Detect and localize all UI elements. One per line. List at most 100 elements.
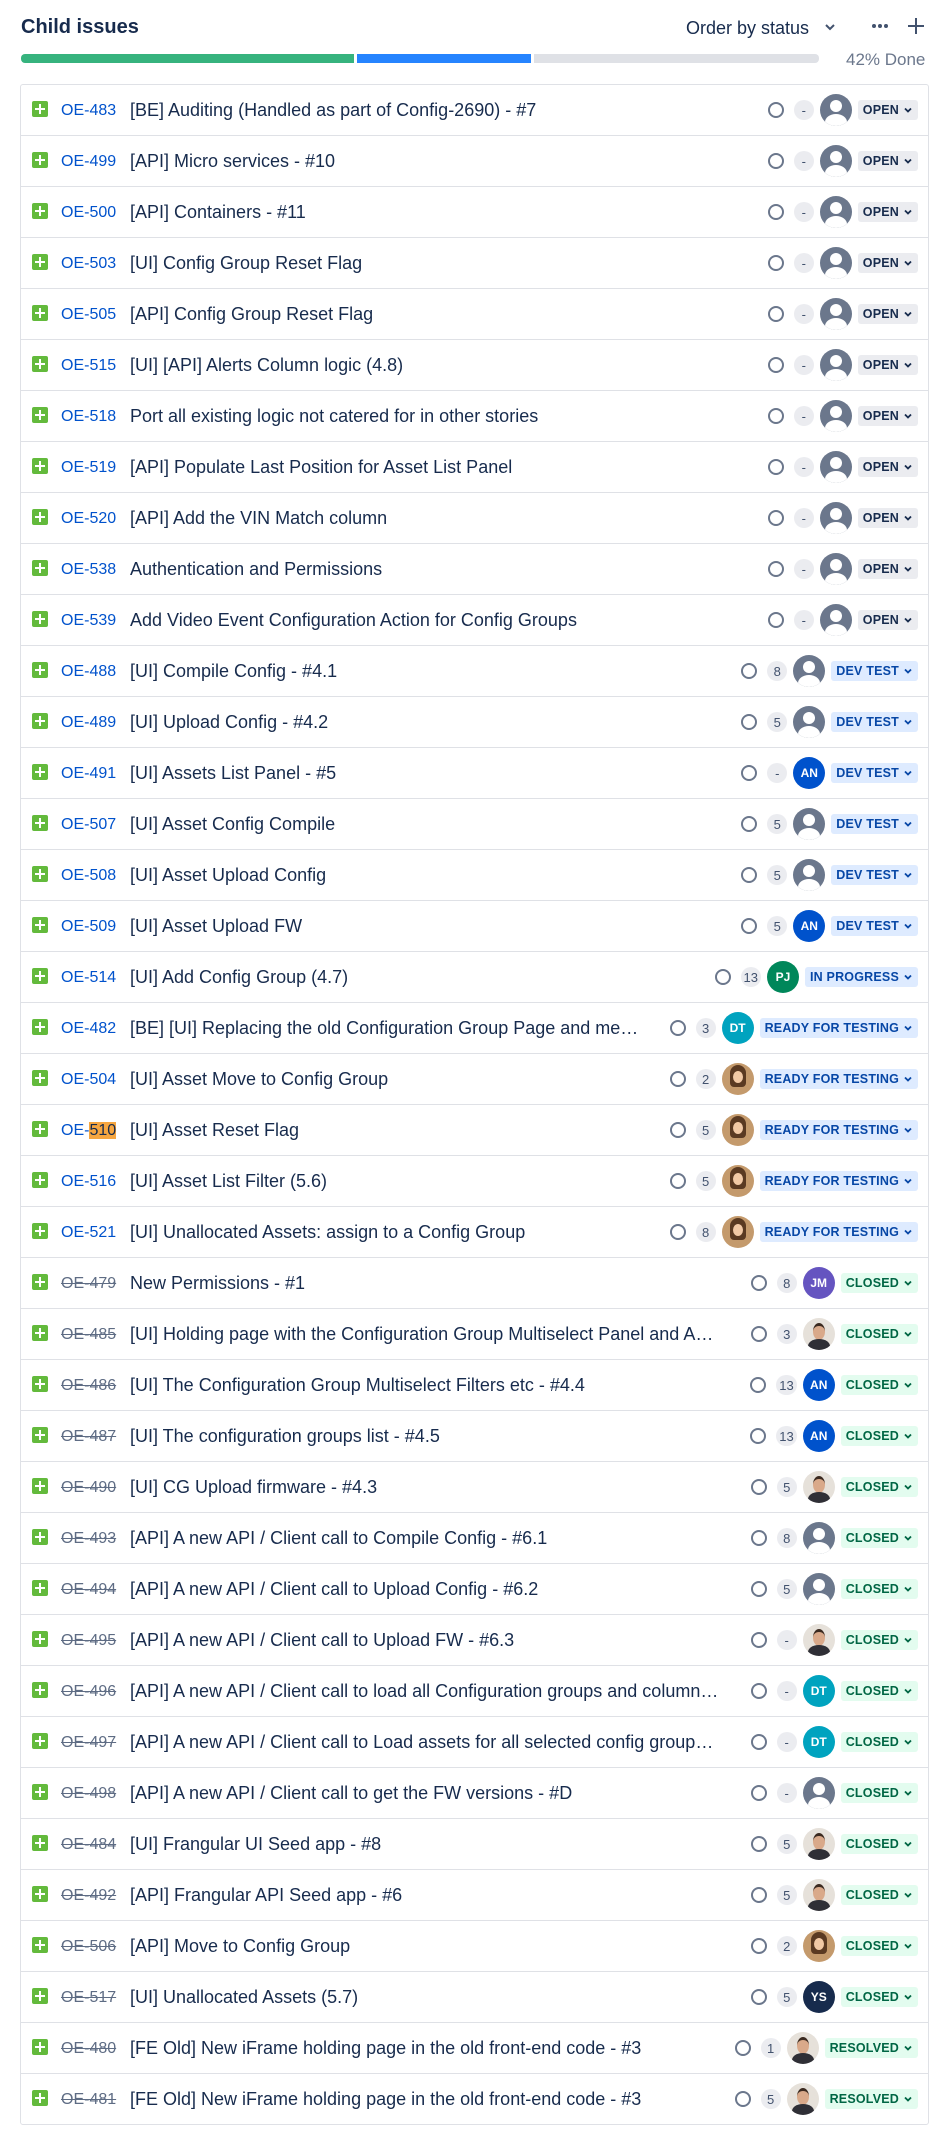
issue-row[interactable]: OE-516 [UI] Asset List Filter (5.6) 5 READY… bbox=[21, 1156, 928, 1207]
estimate-badge[interactable]: 5 bbox=[776, 1834, 797, 1854]
status-dropdown[interactable]: CLOSED bbox=[840, 1936, 918, 1956]
assignee-photo-avatar[interactable] bbox=[802, 1318, 835, 1350]
issue-summary[interactable]: [API] Frangular API Seed app - #6 bbox=[130, 1885, 720, 1906]
issue-summary[interactable]: Port all existing logic not catered for … bbox=[130, 406, 730, 427]
status-dropdown[interactable]: CLOSED bbox=[840, 1681, 918, 1701]
status-dropdown[interactable]: DEV TEST bbox=[831, 712, 918, 732]
issue-summary[interactable]: [UI] Assets List Panel - #5 bbox=[130, 763, 705, 784]
issue-key-link[interactable]: OE-483 bbox=[61, 102, 116, 120]
status-dropdown[interactable]: CLOSED bbox=[840, 1987, 918, 2007]
issue-key-link[interactable]: OE-484 bbox=[61, 1836, 116, 1854]
issue-row[interactable]: OE-490 [UI] CG Upload firmware - #4.3 5 CLO… bbox=[21, 1462, 928, 1513]
issue-summary[interactable]: [API] Populate Last Position for Asset L… bbox=[130, 457, 730, 478]
issue-row[interactable]: OE-492 [API] Frangular API Seed app - #6 5… bbox=[21, 1870, 928, 1921]
priority-icon[interactable] bbox=[741, 918, 758, 934]
order-by-dropdown[interactable]: Order by status bbox=[686, 18, 837, 39]
issue-key-link[interactable]: OE-506 bbox=[61, 1938, 116, 1956]
issue-summary[interactable]: [API] A new API / Client call to Upload … bbox=[130, 1630, 720, 1651]
issue-row[interactable]: OE-491 [UI] Assets List Panel - #5 - AN DEV … bbox=[21, 748, 928, 799]
issue-row[interactable]: OE-488 [UI] Compile Config - #4.1 8 DEV TES… bbox=[21, 646, 928, 697]
estimate-badge[interactable]: - bbox=[793, 151, 814, 171]
estimate-badge[interactable]: 2 bbox=[695, 1069, 716, 1089]
assignee-photo-avatar[interactable] bbox=[721, 1114, 754, 1146]
issue-summary[interactable]: [UI] Asset Reset Flag bbox=[130, 1120, 640, 1141]
unassigned-avatar-icon[interactable] bbox=[802, 1522, 835, 1554]
issue-row[interactable]: OE-483 [BE] Auditing (Handled as part of … bbox=[21, 85, 928, 136]
priority-icon[interactable] bbox=[741, 663, 758, 679]
unassigned-avatar-icon[interactable] bbox=[802, 1777, 835, 1809]
issue-key-link[interactable]: OE-498 bbox=[61, 1785, 116, 1803]
estimate-badge[interactable]: 2 bbox=[776, 1936, 797, 1956]
estimate-badge[interactable]: 5 bbox=[695, 1171, 716, 1191]
issue-key-link[interactable]: OE-488 bbox=[61, 663, 116, 681]
issue-key-link[interactable]: OE-518 bbox=[61, 408, 116, 426]
assignee-photo-avatar[interactable] bbox=[721, 1165, 754, 1197]
estimate-badge[interactable]: 5 bbox=[760, 2089, 781, 2109]
status-dropdown[interactable]: CLOSED bbox=[840, 1783, 918, 1803]
status-dropdown[interactable]: OPEN bbox=[857, 355, 918, 375]
priority-icon[interactable] bbox=[767, 255, 784, 271]
status-dropdown[interactable]: READY FOR TESTING bbox=[759, 1222, 918, 1242]
unassigned-avatar-icon[interactable] bbox=[819, 604, 852, 636]
priority-icon[interactable] bbox=[767, 306, 784, 322]
unassigned-avatar-icon[interactable] bbox=[819, 553, 852, 585]
issue-summary[interactable]: [FE Old] New iFrame holding page in the … bbox=[130, 2089, 705, 2110]
assignee-avatar[interactable]: AN bbox=[802, 1369, 835, 1401]
estimate-badge[interactable]: - bbox=[793, 457, 814, 477]
assignee-photo-avatar[interactable] bbox=[721, 1063, 754, 1095]
unassigned-avatar-icon[interactable] bbox=[819, 145, 852, 177]
status-dropdown[interactable]: OPEN bbox=[857, 457, 918, 477]
status-dropdown[interactable]: CLOSED bbox=[840, 1630, 918, 1650]
issue-summary[interactable]: [BE] Auditing (Handled as part of Config… bbox=[130, 100, 730, 121]
priority-icon[interactable] bbox=[669, 1224, 686, 1240]
estimate-badge[interactable]: 5 bbox=[695, 1120, 716, 1140]
issue-row[interactable]: OE-500 [API] Containers - #11 - OPEN bbox=[21, 187, 928, 238]
issue-row[interactable]: OE-479 New Permissions - #1 8 JM CLOSED bbox=[21, 1258, 928, 1309]
issue-summary[interactable]: Authentication and Permissions bbox=[130, 559, 730, 580]
issue-summary[interactable]: Add Video Event Configuration Action for… bbox=[130, 610, 730, 631]
priority-icon[interactable] bbox=[750, 1275, 767, 1291]
unassigned-avatar-icon[interactable] bbox=[819, 298, 852, 330]
priority-icon[interactable] bbox=[714, 969, 731, 985]
priority-icon[interactable] bbox=[767, 459, 784, 475]
unassigned-avatar-icon[interactable] bbox=[819, 451, 852, 483]
estimate-badge[interactable]: 3 bbox=[695, 1018, 716, 1038]
issue-row[interactable]: OE-538 Authentication and Permissions - OPE… bbox=[21, 544, 928, 595]
status-dropdown[interactable]: DEV TEST bbox=[831, 763, 918, 783]
assignee-photo-avatar[interactable] bbox=[802, 1471, 835, 1503]
status-dropdown[interactable]: DEV TEST bbox=[831, 661, 918, 681]
issue-row[interactable]: OE-499 [API] Micro services - #10 - OPEN bbox=[21, 136, 928, 187]
priority-icon[interactable] bbox=[767, 408, 784, 424]
issue-key-link[interactable]: OE-487 bbox=[61, 1428, 116, 1446]
issue-key-link[interactable]: OE-538 bbox=[61, 561, 116, 579]
priority-icon[interactable] bbox=[750, 1632, 767, 1648]
estimate-badge[interactable]: - bbox=[793, 253, 814, 273]
issue-summary[interactable]: [UI] Upload Config - #4.2 bbox=[130, 712, 705, 733]
priority-icon[interactable] bbox=[750, 1938, 767, 1954]
assignee-photo-avatar[interactable] bbox=[786, 2032, 819, 2064]
priority-icon[interactable] bbox=[741, 765, 758, 781]
status-dropdown[interactable]: READY FOR TESTING bbox=[759, 1120, 918, 1140]
issue-key-link[interactable]: OE-482 bbox=[61, 1020, 116, 1038]
issue-row[interactable]: OE-520 [API] Add the VIN Match column - OPE… bbox=[21, 493, 928, 544]
priority-icon[interactable] bbox=[734, 2040, 751, 2056]
issue-summary[interactable]: [API] A new API / Client call to load al… bbox=[130, 1681, 720, 1702]
issue-row[interactable]: OE-484 [UI] Frangular UI Seed app - #8 5 CL… bbox=[21, 1819, 928, 1870]
unassigned-avatar-icon[interactable] bbox=[819, 502, 852, 534]
issue-key-link[interactable]: OE-492 bbox=[61, 1887, 116, 1905]
estimate-badge[interactable]: 13 bbox=[776, 1375, 797, 1395]
issue-row[interactable]: OE-514 [UI] Add Config Group (4.7) 13 PJ IN … bbox=[21, 952, 928, 1003]
issue-row[interactable]: OE-518 Port all existing logic not catere… bbox=[21, 391, 928, 442]
priority-icon[interactable] bbox=[750, 1530, 767, 1546]
status-dropdown[interactable]: OPEN bbox=[857, 610, 918, 630]
issue-row[interactable]: OE-503 [UI] Config Group Reset Flag - OPEN bbox=[21, 238, 928, 289]
status-dropdown[interactable]: IN PROGRESS bbox=[804, 967, 918, 987]
issue-summary[interactable]: [API] A new API / Client call to Compile… bbox=[130, 1528, 720, 1549]
issue-summary[interactable]: [API] A new API / Client call to Load as… bbox=[130, 1732, 720, 1753]
issue-summary[interactable]: [UI] Asset Config Compile bbox=[130, 814, 705, 835]
issue-summary[interactable]: [UI] [API] Alerts Column logic (4.8) bbox=[130, 355, 730, 376]
issue-row[interactable]: OE-489 [UI] Upload Config - #4.2 5 DEV TEST bbox=[21, 697, 928, 748]
issue-summary[interactable]: [UI] Asset Upload FW bbox=[130, 916, 705, 937]
issue-key-link[interactable]: OE-480 bbox=[61, 2040, 116, 2058]
issue-row[interactable]: OE-494 [API] A new API / Client call to U… bbox=[21, 1564, 928, 1615]
